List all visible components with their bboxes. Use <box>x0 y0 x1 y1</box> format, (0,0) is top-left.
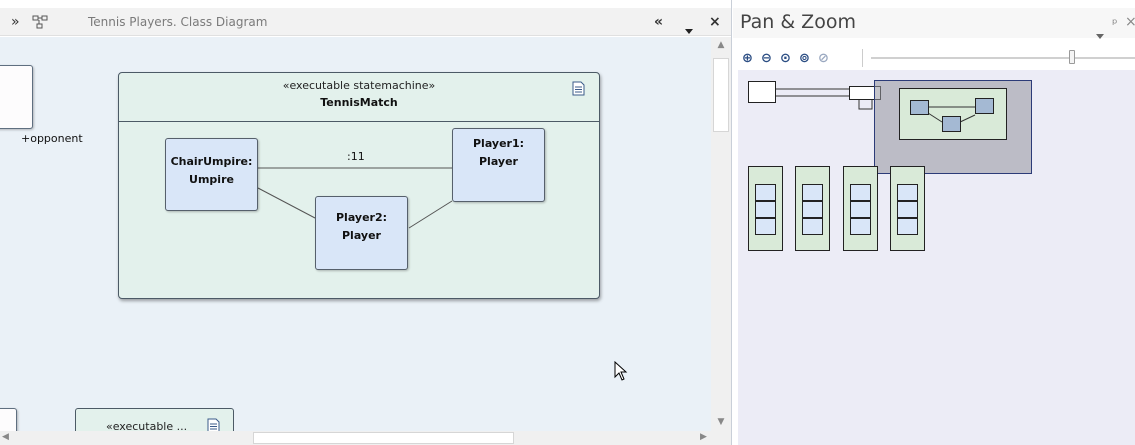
partial-class-element[interactable] <box>0 65 33 129</box>
zoom-fit-icon[interactable]: ⊙ <box>778 51 793 66</box>
diagram-canvas[interactable]: +opponent «executable statemachine» Tenn… <box>0 37 711 431</box>
preview-part <box>910 100 929 115</box>
preview-element-column <box>843 166 878 251</box>
double-chevron-left-icon[interactable]: « <box>654 8 663 36</box>
double-chevron-right-icon[interactable]: » <box>11 8 20 36</box>
preview-part <box>975 98 994 114</box>
preview-statemachine <box>899 88 1007 140</box>
preview-part <box>942 116 961 132</box>
zoom-actual-icon[interactable]: ⊚ <box>797 51 812 66</box>
horizontal-scrollbar[interactable]: ◀ ▶ <box>0 431 731 445</box>
toolbar-separator <box>862 49 863 67</box>
horizontal-scroll-thumb[interactable] <box>253 432 514 444</box>
pan-zoom-preview[interactable] <box>738 70 1135 445</box>
preview-element-column <box>890 166 925 251</box>
panel-dropdown-icon[interactable] <box>1096 24 1104 43</box>
partial-bottom-element[interactable] <box>0 408 17 431</box>
preview-element-column <box>748 166 783 251</box>
executable-element-bottom[interactable]: «executable ... <box>75 408 234 431</box>
bottom-element-stereotype: «executable ... <box>106 420 188 431</box>
pin-icon[interactable]: ᵖ <box>1112 17 1118 32</box>
preview-element-column <box>795 166 830 251</box>
player1-part[interactable]: Player1: Player <box>452 128 545 202</box>
preview-class-left <box>748 81 776 103</box>
diagram-tab-title[interactable]: Tennis Players. Class Diagram <box>88 8 267 36</box>
diagram-icon <box>32 14 48 33</box>
mouse-cursor-icon <box>614 360 628 385</box>
pan-zoom-title: Pan & Zoom <box>740 11 856 33</box>
zoom-slider-thumb[interactable] <box>1069 50 1075 64</box>
zoom-slider-track[interactable] <box>871 57 1135 59</box>
close-icon[interactable]: × <box>709 8 721 36</box>
connector-label: :11 <box>347 150 365 163</box>
scroll-right-icon[interactable]: ▶ <box>700 432 707 442</box>
vertical-scrollbar[interactable]: ▲ ▼ <box>711 37 731 431</box>
role-label: +opponent <box>21 132 83 145</box>
scroll-down-icon[interactable]: ▼ <box>711 417 731 427</box>
panel-close-icon[interactable]: × <box>1125 14 1135 30</box>
zoom-in-icon[interactable]: ⊕ <box>740 51 755 66</box>
zoom-out-icon[interactable]: ⊖ <box>759 51 774 66</box>
dropdown-icon[interactable] <box>685 19 693 38</box>
chair-umpire-part[interactable]: ChairUmpire: Umpire <box>165 138 258 211</box>
scroll-left-icon[interactable]: ◀ <box>2 432 9 442</box>
scroll-up-icon[interactable]: ▲ <box>711 40 731 50</box>
zoom-disabled-icon: ⊘ <box>818 51 829 66</box>
player2-part[interactable]: Player2: Player <box>315 196 408 270</box>
preview-viewport[interactable] <box>874 80 1032 174</box>
note-icon <box>207 418 220 431</box>
vertical-scroll-thumb[interactable] <box>713 58 729 132</box>
tennis-match-statemachine[interactable]: «executable statemachine» TennisMatch :1… <box>118 72 600 299</box>
